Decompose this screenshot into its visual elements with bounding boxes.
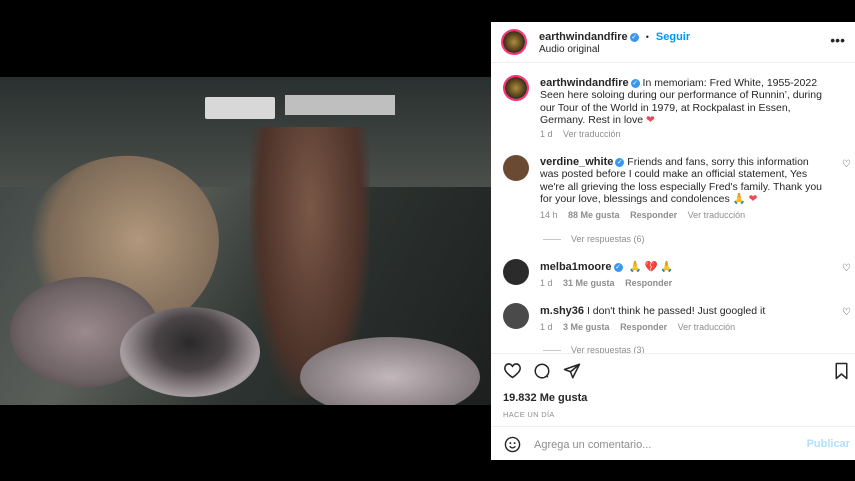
comment-text: I don't think he passed! Just googled it: [586, 305, 766, 317]
avatar[interactable]: [503, 155, 529, 181]
translate-link[interactable]: Ver traducción: [563, 129, 621, 139]
comment-emoji: 🙏 ❤: [732, 192, 758, 205]
comment-meta: 1 d 31 Me gusta Responder: [540, 278, 680, 288]
reply-button[interactable]: Responder: [620, 322, 667, 332]
comment-like-heart-icon[interactable]: ♡: [842, 263, 851, 274]
post-header: earthwindandfire ✓ • Seguir Audio origina…: [491, 22, 855, 63]
bookmark-icon[interactable]: [834, 362, 849, 385]
separator-dot: •: [645, 32, 649, 42]
avatar[interactable]: [503, 303, 529, 329]
post-actions: 19.832 Me gusta HACE UN DÍA Publicar: [491, 353, 855, 461]
avatar[interactable]: [503, 75, 529, 101]
share-icon[interactable]: [563, 362, 581, 385]
comment-body: m.shy36 I don't think he passed! Just go…: [540, 305, 830, 317]
audio-label[interactable]: Audio original: [539, 44, 600, 55]
verified-icon: ✓: [630, 78, 640, 88]
translate-link[interactable]: Ver traducción: [678, 322, 736, 332]
comment-like-heart-icon[interactable]: ♡: [842, 307, 851, 318]
heart-icon[interactable]: [503, 362, 522, 384]
verified-icon: ✓: [629, 32, 639, 42]
video-frame-drum: [300, 337, 480, 405]
caption-meta: 1 d Ver traducción: [540, 129, 629, 139]
view-replies-button[interactable]: Ver respuestas (3): [543, 345, 645, 353]
avatar[interactable]: [501, 29, 527, 55]
comment-input[interactable]: [532, 436, 796, 454]
comment-time[interactable]: 1 d: [540, 322, 553, 332]
comment-meta: 1 d 3 Me gusta Responder Ver traducción: [540, 322, 743, 332]
translate-link[interactable]: Ver traducción: [688, 210, 746, 220]
video-frame-amp: [205, 97, 275, 119]
comment-time[interactable]: 1 d: [540, 278, 553, 288]
heart-emoji: ❤: [646, 113, 655, 126]
comment-time[interactable]: 14 h: [540, 210, 558, 220]
comment-icon[interactable]: [533, 362, 551, 385]
video-player[interactable]: [0, 77, 491, 405]
caption-time[interactable]: 1 d: [540, 129, 553, 139]
verified-icon: ✓: [613, 262, 623, 272]
comment-meta: 14 h 88 Me gusta Responder Ver traducció…: [540, 210, 753, 220]
post-author-username[interactable]: earthwindandfire: [539, 31, 628, 43]
publish-button[interactable]: Publicar: [807, 438, 850, 450]
video-frame-drum: [120, 307, 260, 397]
view-replies-label[interactable]: Ver respuestas (6): [571, 234, 645, 244]
post-time: HACE UN DÍA: [503, 410, 555, 419]
reply-button[interactable]: Responder: [630, 210, 677, 220]
comment-bar: Publicar: [491, 426, 855, 462]
comment-username[interactable]: m.shy36: [540, 305, 584, 317]
comment-username[interactable]: verdine_white: [540, 156, 613, 168]
view-replies-button[interactable]: Ver respuestas (6): [543, 234, 645, 244]
comment-like-heart-icon[interactable]: ♡: [842, 159, 851, 170]
post-author: earthwindandfire ✓ • Seguir: [539, 31, 690, 43]
reply-button[interactable]: Responder: [625, 278, 672, 288]
comment-body: melba1moore ✓ 🙏 💔 🙏: [540, 261, 830, 273]
smiley-icon[interactable]: [504, 436, 521, 457]
comment-text: 🙏 💔 🙏: [628, 261, 674, 273]
video-frame-amp: [285, 95, 395, 115]
comment-likes[interactable]: 31 Me gusta: [563, 278, 615, 288]
caption-username[interactable]: earthwindandfire: [540, 77, 629, 89]
verified-icon: ✓: [615, 157, 625, 167]
follow-button[interactable]: Seguir: [656, 31, 690, 43]
post-panel: earthwindandfire ✓ • Seguir Audio origina…: [491, 22, 855, 460]
comment-likes[interactable]: 3 Me gusta: [563, 322, 610, 332]
comments-list[interactable]: earthwindandfire ✓ In memoriam: Fred Whit…: [491, 63, 855, 353]
comment-likes[interactable]: 88 Me gusta: [568, 210, 620, 220]
likes-count[interactable]: 19.832 Me gusta: [503, 392, 587, 404]
comment-username[interactable]: melba1moore: [540, 261, 612, 273]
more-horizontal-icon[interactable]: •••: [830, 32, 845, 48]
avatar[interactable]: [503, 259, 529, 285]
comment-body: verdine_white ✓ Friends and fans, sorry t…: [540, 156, 830, 205]
caption-body: earthwindandfire ✓ In memoriam: Fred Whit…: [540, 77, 830, 126]
view-replies-label[interactable]: Ver respuestas (3): [571, 345, 645, 353]
